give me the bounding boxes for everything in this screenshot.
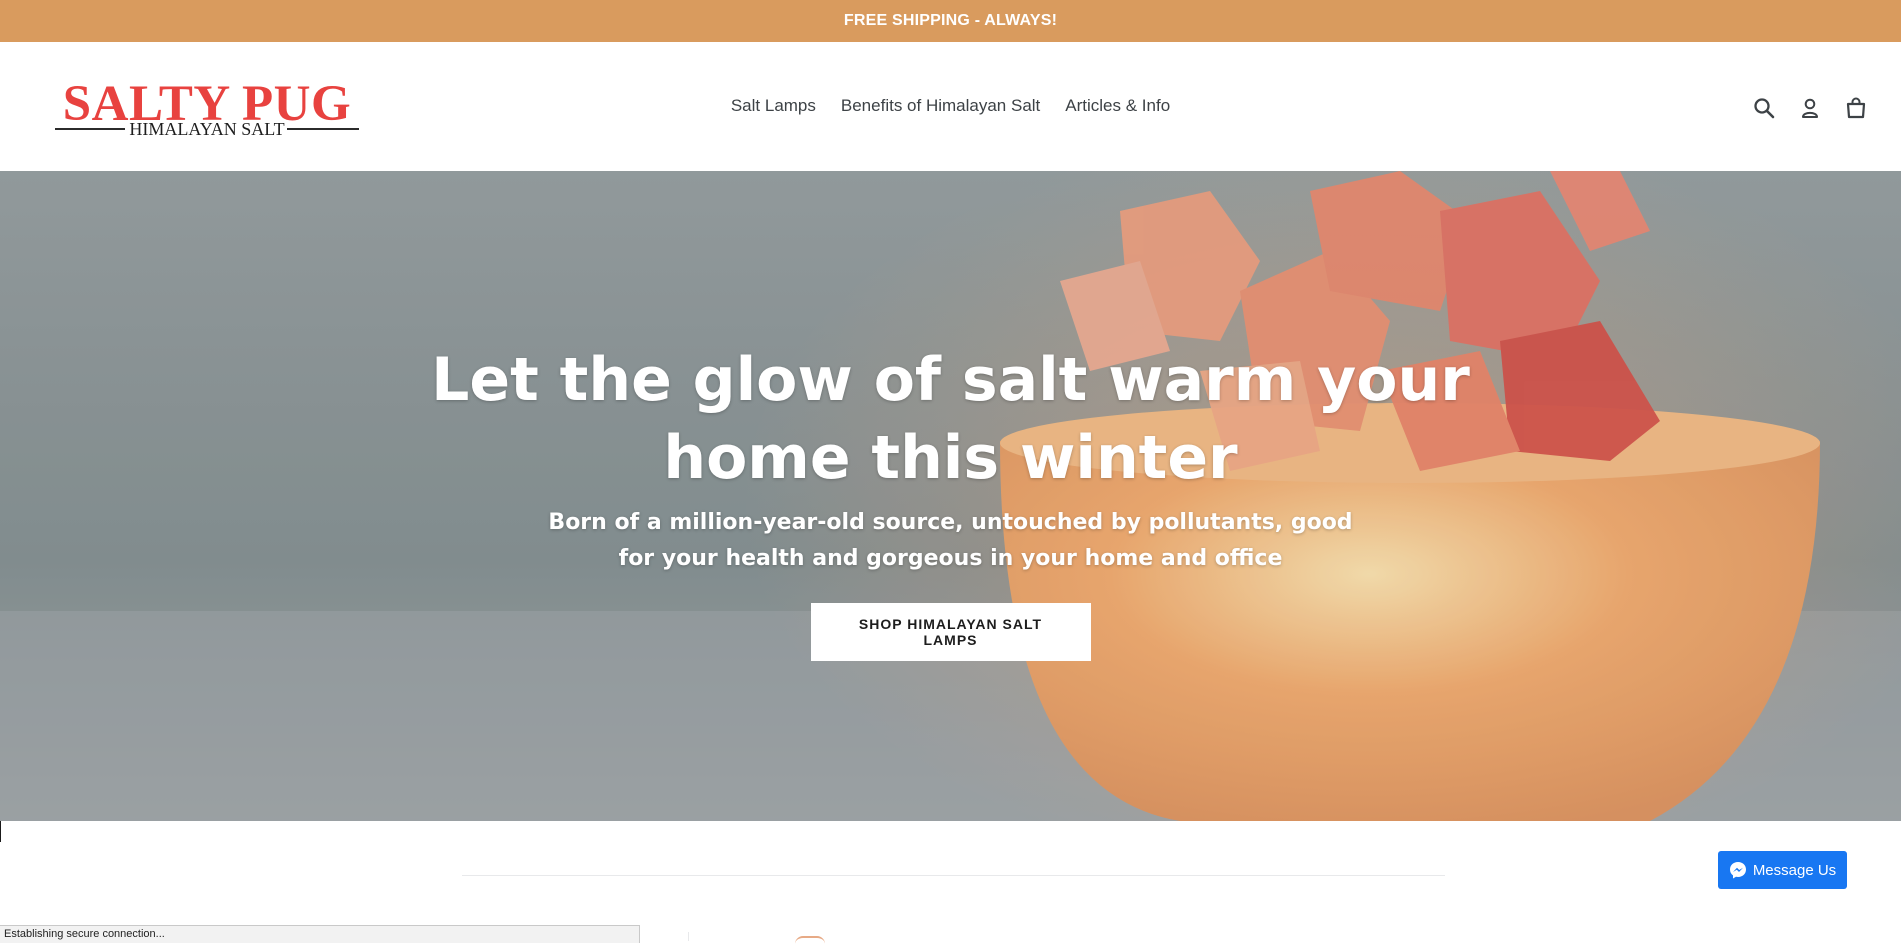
hero-banner: Let the glow of salt warm your home this… xyxy=(0,171,1901,821)
logo-subtitle: HIMALAYAN SALT xyxy=(129,119,285,139)
browser-status-bar: Establishing secure connection... xyxy=(0,925,640,943)
section-divider xyxy=(462,875,1445,876)
messenger-icon xyxy=(1729,862,1746,879)
status-text: Establishing secure connection... xyxy=(4,928,165,940)
shop-lamps-button[interactable]: SHOP HIMALAYAN SALT LAMPS xyxy=(810,603,1091,661)
hero-content: Let the glow of salt warm your home this… xyxy=(0,341,1901,661)
product-image-peek xyxy=(795,936,825,944)
nav-salt-lamps[interactable]: Salt Lamps xyxy=(731,94,816,118)
nav-benefits[interactable]: Benefits of Himalayan Salt xyxy=(841,94,1040,118)
header-icons xyxy=(1750,94,1870,122)
search-icon[interactable] xyxy=(1750,94,1778,122)
content-divider xyxy=(688,932,689,941)
main-nav: Salt Lamps Benefits of Himalayan Salt Ar… xyxy=(0,94,1901,118)
messenger-button[interactable]: Message Us xyxy=(1718,851,1847,889)
announcement-text: FREE SHIPPING - ALWAYS! xyxy=(843,12,1058,29)
nav-articles[interactable]: Articles & Info xyxy=(1065,94,1170,118)
announcement-bar: FREE SHIPPING - ALWAYS! xyxy=(0,0,1901,42)
account-icon[interactable] xyxy=(1796,94,1824,122)
hero-subheading: Born of a million-year-old source, untou… xyxy=(548,510,1353,571)
hero-heading: Let the glow of salt warm your home this… xyxy=(431,345,1470,493)
cart-icon[interactable] xyxy=(1842,94,1870,122)
site-header: SALTY PUG HIMALAYAN SALT Salt Lamps Bene… xyxy=(0,42,1901,171)
messenger-label: Message Us xyxy=(1752,861,1837,879)
